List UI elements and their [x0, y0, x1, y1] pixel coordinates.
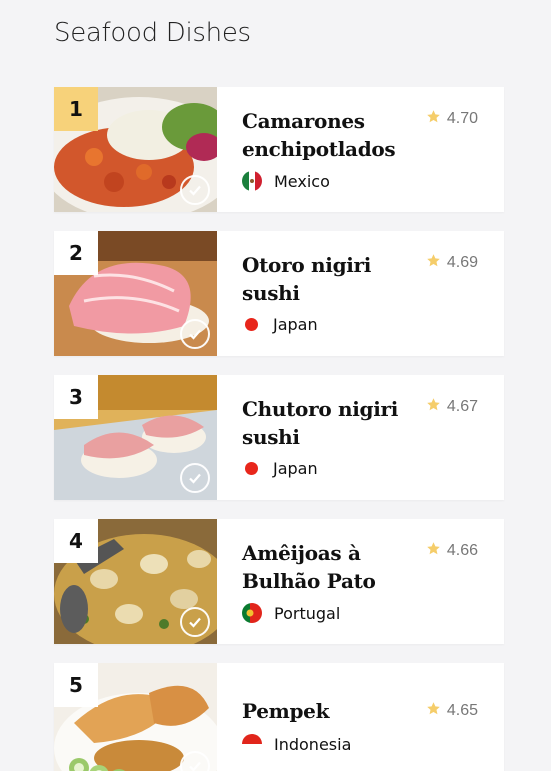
rank-badge: 2	[54, 231, 98, 275]
country[interactable]: Mexico	[242, 171, 330, 191]
country-name: Mexico	[274, 171, 330, 191]
list-item[interactable]: 2 Otoro nigiri sushi 4.69 Japan	[54, 231, 504, 356]
dish-name[interactable]: Otoro nigiri sushi	[242, 251, 412, 307]
page-title: Seafood Dishes	[54, 18, 251, 48]
rating-value: 4.66	[446, 542, 478, 559]
country[interactable]: Portugal	[242, 603, 340, 623]
rank-badge: 4	[54, 519, 98, 563]
check-circle-icon[interactable]	[180, 175, 210, 205]
dish-name[interactable]: Chutoro nigiri sushi	[242, 395, 412, 451]
country-name: Japan	[273, 315, 318, 334]
check-circle-icon[interactable]	[180, 463, 210, 493]
list-item[interactable]: 4 Amêijoas à Bulhão Pato 4.66 Portugal	[54, 519, 504, 644]
list-item[interactable]: 5 Pempek 4.65 Indonesia	[54, 663, 504, 771]
rating-value: 4.67	[446, 398, 478, 415]
rank-badge: 1	[54, 87, 98, 131]
country-name: Indonesia	[274, 734, 352, 754]
check-circle-icon[interactable]	[180, 607, 210, 637]
rating: 4.67	[426, 397, 478, 417]
country[interactable]: Japan	[242, 315, 318, 334]
rating: 4.69	[426, 253, 478, 273]
star-icon	[426, 541, 441, 561]
rank-badge: 5	[54, 663, 98, 707]
list-item[interactable]: 1 Camarones enchipotlados 4.70 Mexico	[54, 87, 504, 212]
japan-dot-icon	[245, 462, 258, 475]
rating-value: 4.69	[446, 254, 478, 271]
country[interactable]: Indonesia	[242, 734, 351, 754]
star-icon	[426, 701, 441, 721]
star-icon	[426, 253, 441, 273]
portugal-flag-icon	[242, 603, 262, 623]
country-name: Portugal	[274, 603, 341, 623]
rating: 4.65	[426, 701, 478, 721]
rating: 4.70	[426, 109, 478, 129]
country[interactable]: Japan	[242, 459, 318, 478]
star-icon	[426, 397, 441, 417]
dish-name[interactable]: Amêijoas à Bulhão Pato	[242, 539, 412, 595]
mexico-flag-icon	[242, 171, 262, 191]
rating-value: 4.70	[446, 110, 478, 127]
japan-dot-icon	[245, 318, 258, 331]
dish-name[interactable]: Pempek	[242, 697, 412, 725]
rank-badge: 3	[54, 375, 98, 419]
list-item[interactable]: 3 Chutoro nigiri sushi 4.67 Japan	[54, 375, 504, 500]
country-name: Japan	[273, 459, 318, 478]
indonesia-flag-icon	[242, 734, 262, 754]
rating-value: 4.65	[446, 702, 478, 719]
check-circle-icon[interactable]	[180, 319, 210, 349]
rating: 4.66	[426, 541, 478, 561]
star-icon	[426, 109, 441, 129]
dish-list: 1 Camarones enchipotlados 4.70 Mexico 2 …	[54, 87, 504, 771]
dish-name[interactable]: Camarones enchipotlados	[242, 107, 412, 163]
